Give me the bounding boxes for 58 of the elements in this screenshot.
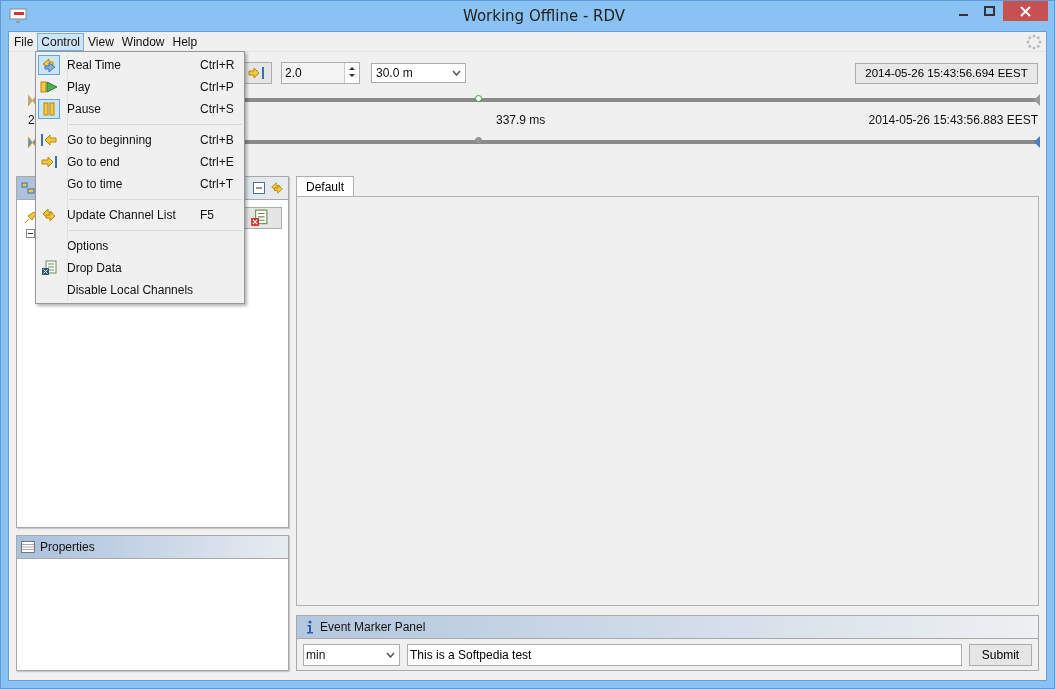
app-icon	[9, 8, 27, 24]
panel-title: Properties	[40, 540, 95, 554]
refresh-icon[interactable]	[270, 181, 284, 195]
spreadsheet-icon	[41, 260, 57, 276]
refresh-icon	[41, 207, 57, 223]
menu-item[interactable]: Update Channel List F5	[36, 204, 244, 226]
menu-item[interactable]: Play Ctrl+P	[36, 76, 244, 98]
menu-title[interactable]: Control	[37, 32, 85, 51]
go-to-beginning-icon	[40, 134, 58, 146]
bowtie-icon	[28, 136, 37, 148]
span-dropdown[interactable]: 30.0 m	[371, 63, 466, 83]
close-icon	[1020, 5, 1031, 17]
menu-title[interactable]: Window	[117, 32, 169, 51]
current-time-button[interactable]: 2014-05-26 15:43:56.694 EEST	[855, 62, 1038, 84]
plug-icon	[23, 211, 37, 225]
spinner-icon	[1026, 33, 1042, 50]
menu-item[interactable]: Go to end Ctrl+E	[36, 151, 244, 173]
menu-title[interactable]: File	[10, 32, 38, 51]
collapse-icon[interactable]	[26, 229, 35, 238]
spreadsheet-icon	[250, 209, 268, 227]
start-label: 2	[28, 113, 36, 127]
slider-thumb[interactable]	[474, 95, 482, 102]
maximize-icon	[984, 6, 996, 16]
menu-item[interactable]: Go to beginning Ctrl+B	[36, 129, 244, 151]
play-icon	[40, 81, 58, 93]
panel-title: Event Marker Panel	[320, 620, 426, 634]
end-marker-icon[interactable]	[1034, 136, 1040, 148]
go-to-end-icon	[247, 67, 265, 79]
menu-title[interactable]: Help	[168, 32, 202, 51]
menu-item[interactable]: Real Time Ctrl+R	[36, 54, 244, 76]
window-title: Working Offline - RDV	[461, 7, 626, 25]
menu-item[interactable]: Disable Local Channels	[36, 279, 244, 301]
slider-thumb[interactable]	[474, 137, 482, 144]
menu-item[interactable]: Drop Data	[36, 257, 244, 279]
tree-icon	[21, 182, 35, 194]
duration-label: 337.9 ms	[496, 113, 546, 127]
menu-title[interactable]: View	[84, 32, 118, 51]
close-button[interactable]	[1003, 1, 1048, 21]
unit-dropdown[interactable]: min	[303, 644, 400, 666]
sync-icon	[41, 57, 57, 73]
tab[interactable]: Default	[296, 176, 355, 197]
go-to-end-icon	[40, 156, 58, 168]
pause-icon	[42, 102, 56, 116]
menu-item[interactable]: Options	[36, 235, 244, 257]
event-text-field[interactable]: This is a Softpedia test	[407, 644, 962, 666]
table-icon	[21, 541, 35, 553]
bowtie-icon	[28, 94, 37, 106]
info-icon	[305, 620, 315, 634]
collapse-all-icon[interactable]	[253, 182, 265, 194]
end-time-label: 2014-05-26 15:43:56.883 EEST	[868, 113, 1038, 127]
menu-item[interactable]: Go to time Ctrl+T	[36, 173, 244, 195]
menu-item[interactable]: Pause Ctrl+S	[36, 98, 244, 120]
chevron-down-icon	[386, 652, 395, 658]
minimize-icon	[959, 14, 969, 16]
chevron-down-icon	[452, 70, 461, 76]
rate-spinner[interactable]: 2.0	[281, 62, 360, 84]
submit-button[interactable]: Submit	[969, 644, 1032, 666]
end-marker-icon[interactable]	[1034, 94, 1040, 106]
